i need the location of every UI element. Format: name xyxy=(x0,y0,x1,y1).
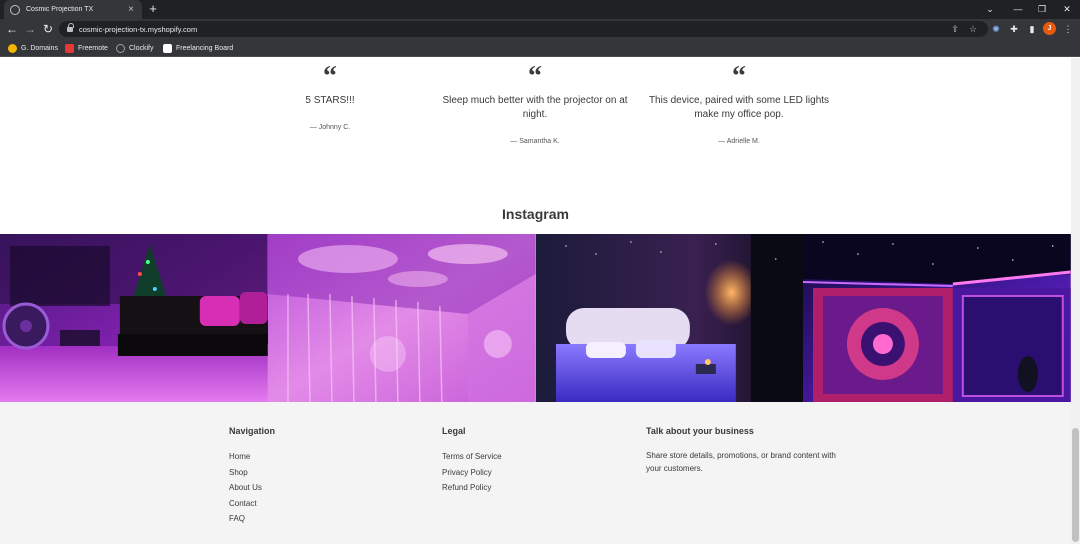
quote-icon: “ xyxy=(732,61,746,92)
address-bar[interactable]: cosmic-projection-tx.myshopify.com ⇪ ☆ xyxy=(59,21,988,37)
bookmark-clockify[interactable]: Clockify xyxy=(116,42,154,54)
forward-icon[interactable]: → xyxy=(22,21,38,37)
tab-title: Cosmic Projection TX xyxy=(26,6,94,13)
testimonial-author: — Johnny C. xyxy=(309,124,351,131)
quote-icon: “ xyxy=(528,61,542,92)
bookmarks-bar: G. Domains Freemote Clockify Freelancing… xyxy=(0,39,1080,57)
footer-link-about-us[interactable]: About Us xyxy=(229,480,275,496)
footer-heading: Navigation xyxy=(229,426,276,436)
bookmark-g-domains[interactable]: G. Domains xyxy=(8,42,58,54)
extension-icon[interactable]: ✺ xyxy=(989,22,1003,36)
extensions-puzzle-icon[interactable]: ✚ xyxy=(1007,22,1021,36)
footer-link-refund[interactable]: Refund Policy xyxy=(442,480,502,496)
instagram-photo[interactable] xyxy=(0,234,268,402)
url-text: cosmic-projection-tx.myshopify.com xyxy=(79,24,198,34)
tapestry-photo xyxy=(803,234,1071,402)
footer-heading: Talk about your business xyxy=(646,426,754,436)
footer-link-privacy[interactable]: Privacy Policy xyxy=(442,465,502,481)
bookmark-freemote[interactable]: Freemote xyxy=(65,42,108,54)
tab-strip: Cosmic Projection TX × + ⌄ — ❐ ✕ xyxy=(0,0,1080,19)
footer-link-shop[interactable]: Shop xyxy=(229,465,275,481)
scrollbar-thumb[interactable] xyxy=(1072,428,1079,542)
lock-icon xyxy=(67,22,74,33)
menu-kebab-icon[interactable]: ⋮ xyxy=(1061,22,1075,36)
living-room-photo xyxy=(0,234,268,402)
instagram-photo[interactable] xyxy=(535,234,804,402)
quote-icon: “ xyxy=(323,61,337,92)
bookmark-label: Freelancing Board xyxy=(176,44,234,52)
footer-heading: Legal xyxy=(442,426,466,436)
instagram-photo[interactable] xyxy=(803,234,1071,402)
tab-search-icon[interactable]: ⌄ xyxy=(983,2,997,16)
page-content: “ 5 STARS!!! — Johnny C. “ Sleep much be… xyxy=(0,58,1071,544)
testimonial-text: 5 STARS!!! xyxy=(305,95,355,106)
footer-business-text: Share store details, promotions, or bran… xyxy=(646,451,836,473)
footer-link-home[interactable]: Home xyxy=(229,449,275,465)
site-footer: Navigation Home Shop About Us Contact FA… xyxy=(0,402,1071,544)
side-panel-icon[interactable]: ▮ xyxy=(1025,22,1039,36)
back-icon[interactable]: ← xyxy=(4,21,20,37)
footer-legal: Legal Terms of Service Privacy Policy Re… xyxy=(442,426,502,496)
bookmark-label: Freemote xyxy=(78,44,108,52)
close-tab-icon[interactable]: × xyxy=(126,4,136,15)
bookmark-label: G. Domains xyxy=(21,44,58,52)
restore-icon[interactable]: ❐ xyxy=(1035,2,1049,16)
new-tab-button[interactable]: + xyxy=(146,2,160,16)
testimonial: “ Sleep much better with the projector o… xyxy=(440,61,630,146)
footer-navigation: Navigation Home Shop About Us Contact FA… xyxy=(229,426,275,527)
trello-icon xyxy=(163,43,172,53)
bedroom-photo xyxy=(535,234,804,402)
globe-icon xyxy=(10,4,20,15)
instagram-heading: Instagram xyxy=(502,206,569,222)
browser-toolbar: ← → ↻ cosmic-projection-tx.myshopify.com… xyxy=(0,19,1080,39)
footer-link-faq[interactable]: FAQ xyxy=(229,511,275,527)
share-icon[interactable]: ⇪ xyxy=(949,23,961,35)
close-window-icon[interactable]: ✕ xyxy=(1060,2,1074,16)
testimonial-author: — Adrielle M. xyxy=(718,138,760,145)
testimonial: “ 5 STARS!!! — Johnny C. xyxy=(235,61,425,132)
clockify-icon xyxy=(116,43,125,53)
footer-link-terms[interactable]: Terms of Service xyxy=(442,449,502,465)
freemote-icon xyxy=(65,43,74,53)
profile-avatar[interactable]: J xyxy=(1043,22,1056,35)
bookmark-star-icon[interactable]: ☆ xyxy=(967,23,979,35)
page-scrollbar[interactable] xyxy=(1071,58,1080,544)
testimonial-text: This device, paired with some LED lights… xyxy=(648,95,830,120)
bookmark-freelancing-board[interactable]: Freelancing Board xyxy=(163,42,233,54)
minimize-icon[interactable]: — xyxy=(1011,2,1025,16)
instagram-grid xyxy=(0,234,1071,402)
galaxy-curtain-photo xyxy=(267,234,536,402)
instagram-photo[interactable] xyxy=(267,234,536,402)
footer-business: Talk about your business Share store det… xyxy=(646,426,836,475)
bookmark-label: Clockify xyxy=(129,44,154,52)
testimonial-author: — Samantha K. xyxy=(510,138,560,145)
google-domains-icon xyxy=(8,43,17,53)
browser-tab[interactable]: Cosmic Projection TX × xyxy=(4,0,142,19)
reload-icon[interactable]: ↻ xyxy=(40,21,56,37)
testimonial: “ This device, paired with some LED ligh… xyxy=(644,61,834,146)
testimonial-text: Sleep much better with the projector on … xyxy=(442,95,628,120)
footer-link-contact[interactable]: Contact xyxy=(229,496,275,512)
